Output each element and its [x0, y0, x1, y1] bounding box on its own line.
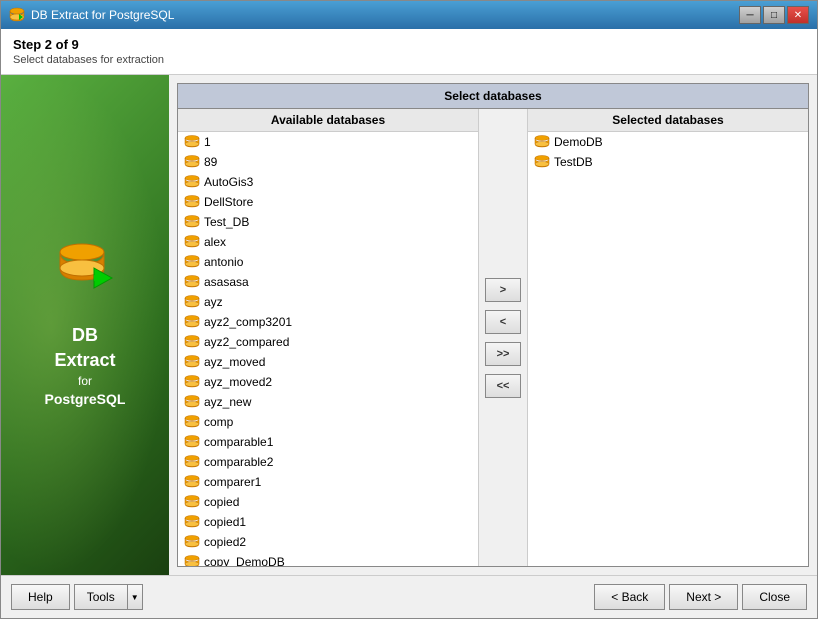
list-item[interactable]: ayz2_compared [178, 332, 478, 352]
move-right-button[interactable]: > [485, 278, 521, 302]
db-item-icon [184, 154, 200, 170]
help-button[interactable]: Help [11, 584, 70, 610]
close-window-button[interactable]: ✕ [787, 6, 809, 24]
db-item-icon [184, 514, 200, 530]
move-all-right-button[interactable]: >> [485, 342, 521, 366]
tools-dropdown-button[interactable]: ▼ [127, 584, 143, 610]
sidebar-text: DB Extract for PostgreSQL [45, 323, 126, 410]
list-item[interactable]: comp [178, 412, 478, 432]
list-item[interactable]: ayz_moved [178, 352, 478, 372]
db-item-icon [184, 354, 200, 370]
footer-right: < Back Next > Close [594, 584, 807, 610]
sidebar: DB Extract for PostgreSQL [1, 75, 169, 575]
list-item[interactable]: comparable2 [178, 452, 478, 472]
list-item[interactable]: ayz_new [178, 392, 478, 412]
content-panel: Select databases Available databases 1 8… [169, 75, 817, 575]
available-databases-panel: Available databases 1 89 AutoGis3 DellSt… [178, 109, 478, 566]
db-item-icon [534, 154, 550, 170]
list-item[interactable]: comparable1 [178, 432, 478, 452]
db-item-icon [184, 394, 200, 410]
list-item[interactable]: 89 [178, 152, 478, 172]
db-item-icon [184, 234, 200, 250]
db-item-icon [184, 254, 200, 270]
sidebar-extract: Extract [45, 348, 126, 373]
list-item[interactable]: ayz_moved2 [178, 372, 478, 392]
minimize-button[interactable]: ─ [739, 6, 761, 24]
back-button[interactable]: < Back [594, 584, 665, 610]
db-item-icon [184, 414, 200, 430]
db-item-icon [184, 134, 200, 150]
list-item[interactable]: asasasa [178, 272, 478, 292]
selected-databases-list[interactable]: DemoDB TestDB [528, 132, 808, 566]
list-item[interactable]: ayz [178, 292, 478, 312]
db-item-icon [184, 434, 200, 450]
window-title: DB Extract for PostgreSQL [31, 8, 174, 22]
db-item-icon [184, 534, 200, 550]
selected-databases-panel: Selected databases DemoDB TestDB [528, 109, 808, 566]
move-all-left-button[interactable]: << [485, 374, 521, 398]
footer-left: Help Tools ▼ [11, 584, 143, 610]
list-item[interactable]: copied2 [178, 532, 478, 552]
transfer-buttons-panel: > < >> << [478, 109, 528, 566]
tools-button[interactable]: Tools [74, 584, 127, 610]
list-item[interactable]: DemoDB [528, 132, 808, 152]
db-item-icon [184, 214, 200, 230]
db-item-icon [184, 294, 200, 310]
db-item-icon [184, 334, 200, 350]
sidebar-for: for [45, 373, 126, 390]
list-item[interactable]: 1 [178, 132, 478, 152]
list-item[interactable]: DellStore [178, 192, 478, 212]
db-item-icon [184, 194, 200, 210]
db-item-icon [184, 554, 200, 566]
db-item-icon [534, 134, 550, 150]
list-item[interactable]: comparer1 [178, 472, 478, 492]
db-item-icon [184, 454, 200, 470]
list-item[interactable]: antonio [178, 252, 478, 272]
db-item-icon [184, 374, 200, 390]
db-item-icon [184, 474, 200, 490]
db-logo-icon [50, 240, 120, 310]
list-item[interactable]: ayz2_comp3201 [178, 312, 478, 332]
list-item[interactable]: alex [178, 232, 478, 252]
tools-group: Tools ▼ [74, 584, 143, 610]
close-button[interactable]: Close [742, 584, 807, 610]
sidebar-db: DB [45, 323, 126, 348]
title-bar: DB Extract for PostgreSQL ─ □ ✕ [1, 1, 817, 29]
databases-container: Available databases 1 89 AutoGis3 DellSt… [177, 108, 809, 567]
move-left-button[interactable]: < [485, 310, 521, 334]
next-button[interactable]: Next > [669, 584, 738, 610]
step-title: Step 2 of 9 [13, 37, 805, 52]
step-subtitle: Select databases for extraction [13, 54, 805, 66]
list-item[interactable]: TestDB [528, 152, 808, 172]
list-item[interactable]: copy_DemoDB [178, 552, 478, 566]
available-databases-header: Available databases [178, 109, 478, 132]
db-item-icon [184, 314, 200, 330]
footer: Help Tools ▼ < Back Next > Close [1, 575, 817, 618]
list-item[interactable]: copied1 [178, 512, 478, 532]
db-item-icon [184, 274, 200, 290]
list-item[interactable]: copied [178, 492, 478, 512]
available-databases-list[interactable]: 1 89 AutoGis3 DellStore Test_DB alex ant… [178, 132, 478, 566]
db-item-icon [184, 174, 200, 190]
sidebar-postgres: PostgreSQL [45, 390, 126, 410]
select-databases-header: Select databases [177, 83, 809, 108]
selected-databases-header: Selected databases [528, 109, 808, 132]
title-bar-left: DB Extract for PostgreSQL [9, 7, 174, 23]
main-window: DB Extract for PostgreSQL ─ □ ✕ Step 2 o… [0, 0, 818, 619]
db-item-icon [184, 494, 200, 510]
title-bar-controls: ─ □ ✕ [739, 6, 809, 24]
main-content: DB Extract for PostgreSQL Select databas… [1, 75, 817, 575]
step-header: Step 2 of 9 Select databases for extract… [1, 29, 817, 75]
maximize-button[interactable]: □ [763, 6, 785, 24]
app-icon [9, 7, 25, 23]
list-item[interactable]: Test_DB [178, 212, 478, 232]
list-item[interactable]: AutoGis3 [178, 172, 478, 192]
sidebar-logo: DB Extract for PostgreSQL [45, 240, 126, 410]
